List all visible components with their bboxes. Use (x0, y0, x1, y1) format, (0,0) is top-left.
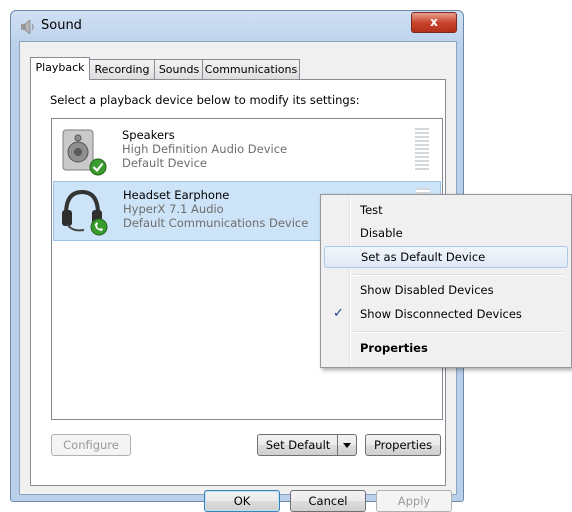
close-button[interactable]: x (411, 12, 457, 33)
window-title: Sound (41, 18, 82, 33)
chevron-down-icon[interactable] (337, 435, 356, 455)
menu-item-label: Properties (360, 341, 428, 355)
device-speakers[interactable]: Speakers High Definition Audio Device De… (53, 122, 439, 180)
tab-communications[interactable]: Communications (202, 59, 300, 79)
speaker-icon (21, 20, 34, 34)
ok-button[interactable]: OK (204, 490, 280, 512)
device-description: High Definition Audio Device (122, 142, 288, 156)
device-status: Default Communications Device (123, 216, 309, 230)
instruction-text: Select a playback device below to modify… (50, 93, 360, 107)
menu-item-show-disconnected-devices[interactable]: ✓ Show Disconnected Devices (324, 303, 568, 325)
menu-separator (353, 331, 565, 333)
communications-phone-icon (90, 218, 108, 236)
volume-level-meter (415, 128, 429, 172)
menu-item-label: Show Disconnected Devices (360, 307, 522, 321)
device-description: HyperX 7.1 Audio (123, 202, 224, 216)
menu-item-disable[interactable]: Disable (324, 222, 568, 244)
properties-button[interactable]: Properties (365, 434, 441, 456)
menu-item-test[interactable]: Test (324, 199, 568, 221)
tab-playback[interactable]: Playback (30, 57, 90, 80)
checkmark-icon: ✓ (333, 306, 344, 321)
menu-item-properties[interactable]: Properties (324, 337, 568, 359)
device-status: Default Device (122, 156, 208, 170)
menu-item-label: Show Disabled Devices (360, 283, 494, 297)
title-bar[interactable]: Sound x (11, 11, 463, 41)
set-default-button[interactable]: Set Default (257, 434, 357, 456)
menu-item-label: Disable (360, 226, 403, 240)
menu-item-show-disabled-devices[interactable]: Show Disabled Devices (324, 279, 568, 301)
cancel-button[interactable]: Cancel (290, 490, 366, 512)
menu-item-label: Set as Default Device (361, 250, 486, 264)
menu-separator (353, 274, 565, 276)
tab-recording[interactable]: Recording (88, 59, 156, 79)
device-name: Headset Earphone (123, 188, 230, 202)
default-checkmark-icon (89, 158, 107, 176)
apply-button[interactable]: Apply (376, 490, 452, 512)
tab-sounds[interactable]: Sounds (154, 59, 204, 79)
device-name: Speakers (122, 128, 175, 142)
set-default-label: Set Default (265, 438, 331, 452)
menu-item-label: Test (360, 203, 383, 217)
menu-item-set-as-default-device[interactable]: Set as Default Device (324, 246, 568, 268)
configure-button[interactable]: Configure (51, 434, 131, 456)
context-menu: Test Disable Set as Default Device Show … (320, 194, 572, 368)
